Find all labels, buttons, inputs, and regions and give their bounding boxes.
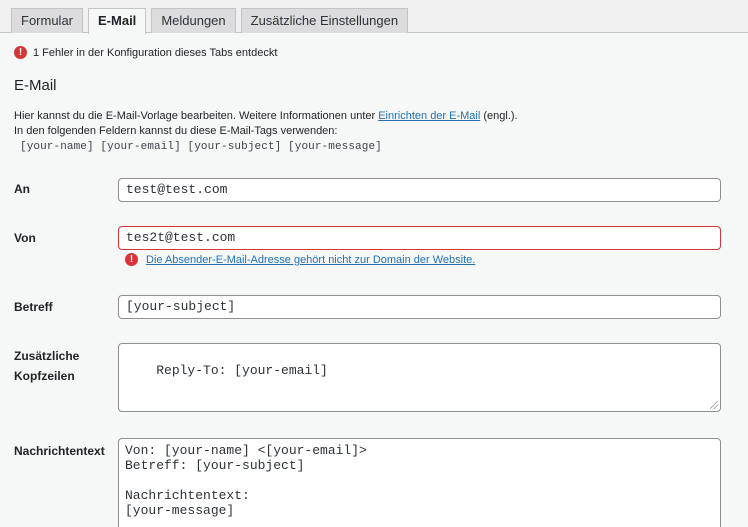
mail-tags-list: [your-name] [your-email] [your-subject] … [20,141,382,153]
section-description: Hier kannst du die E-Mail-Vorlage bearbe… [14,109,518,139]
setup-email-link[interactable]: Einrichten der E-Mail [378,110,480,122]
sender-input[interactable]: tes2t@test.com [118,226,721,250]
subject-input[interactable]: [your-subject] [118,295,721,319]
additional-headers-textarea[interactable]: Reply-To: [your-email] [118,343,721,412]
label-nachrichtentext: Nachrichtentext [14,444,105,458]
recipient-input[interactable]: test@test.com [118,178,721,202]
label-kopfzeilen-line1: Zusätzliche [14,349,80,363]
tab-zusaetzliche-einstellungen[interactable]: Zusätzliche Einstellungen [240,8,409,33]
desc-text-after: (engl.). [480,110,518,122]
error-icon: ! [14,46,27,59]
email-tab-panel: ! 1 Fehler in der Konfiguration dieses T… [0,32,748,527]
tab-meldungen[interactable]: Meldungen [151,8,236,33]
resize-grip-icon[interactable] [710,401,718,409]
section-title: E-Mail [14,77,57,94]
config-error-text: 1 Fehler in der Konfiguration dieses Tab… [33,46,278,59]
desc-text: Hier kannst du die E-Mail-Vorlage bearbe… [14,110,379,122]
additional-headers-value: Reply-To: [your-email] [156,363,328,378]
error-icon: ! [125,253,138,266]
tab-formular[interactable]: Formular [11,8,84,33]
sender-error: ! Die Absender-E-Mail-Adresse gehört nic… [125,253,475,266]
sender-error-link[interactable]: Die Absender-E-Mail-Adresse gehört nicht… [146,254,475,266]
desc-tags-intro: In den folgenden Feldern kannst du diese… [14,125,338,137]
tab-bar: Formular E-Mail Meldungen Zusätzliche Ei… [11,8,409,34]
message-body-textarea[interactable]: Von: [your-name] <[your-email]> Betreff:… [118,438,721,527]
label-kopfzeilen: Zusätzliche Kopfzeilen [14,346,79,386]
label-kopfzeilen-line2: Kopfzeilen [14,369,75,383]
label-an: An [14,182,30,196]
config-error-notice: ! 1 Fehler in der Konfiguration dieses T… [14,46,277,59]
label-betreff: Betreff [14,300,53,314]
label-von: Von [14,231,36,245]
tab-email[interactable]: E-Mail [88,8,147,34]
